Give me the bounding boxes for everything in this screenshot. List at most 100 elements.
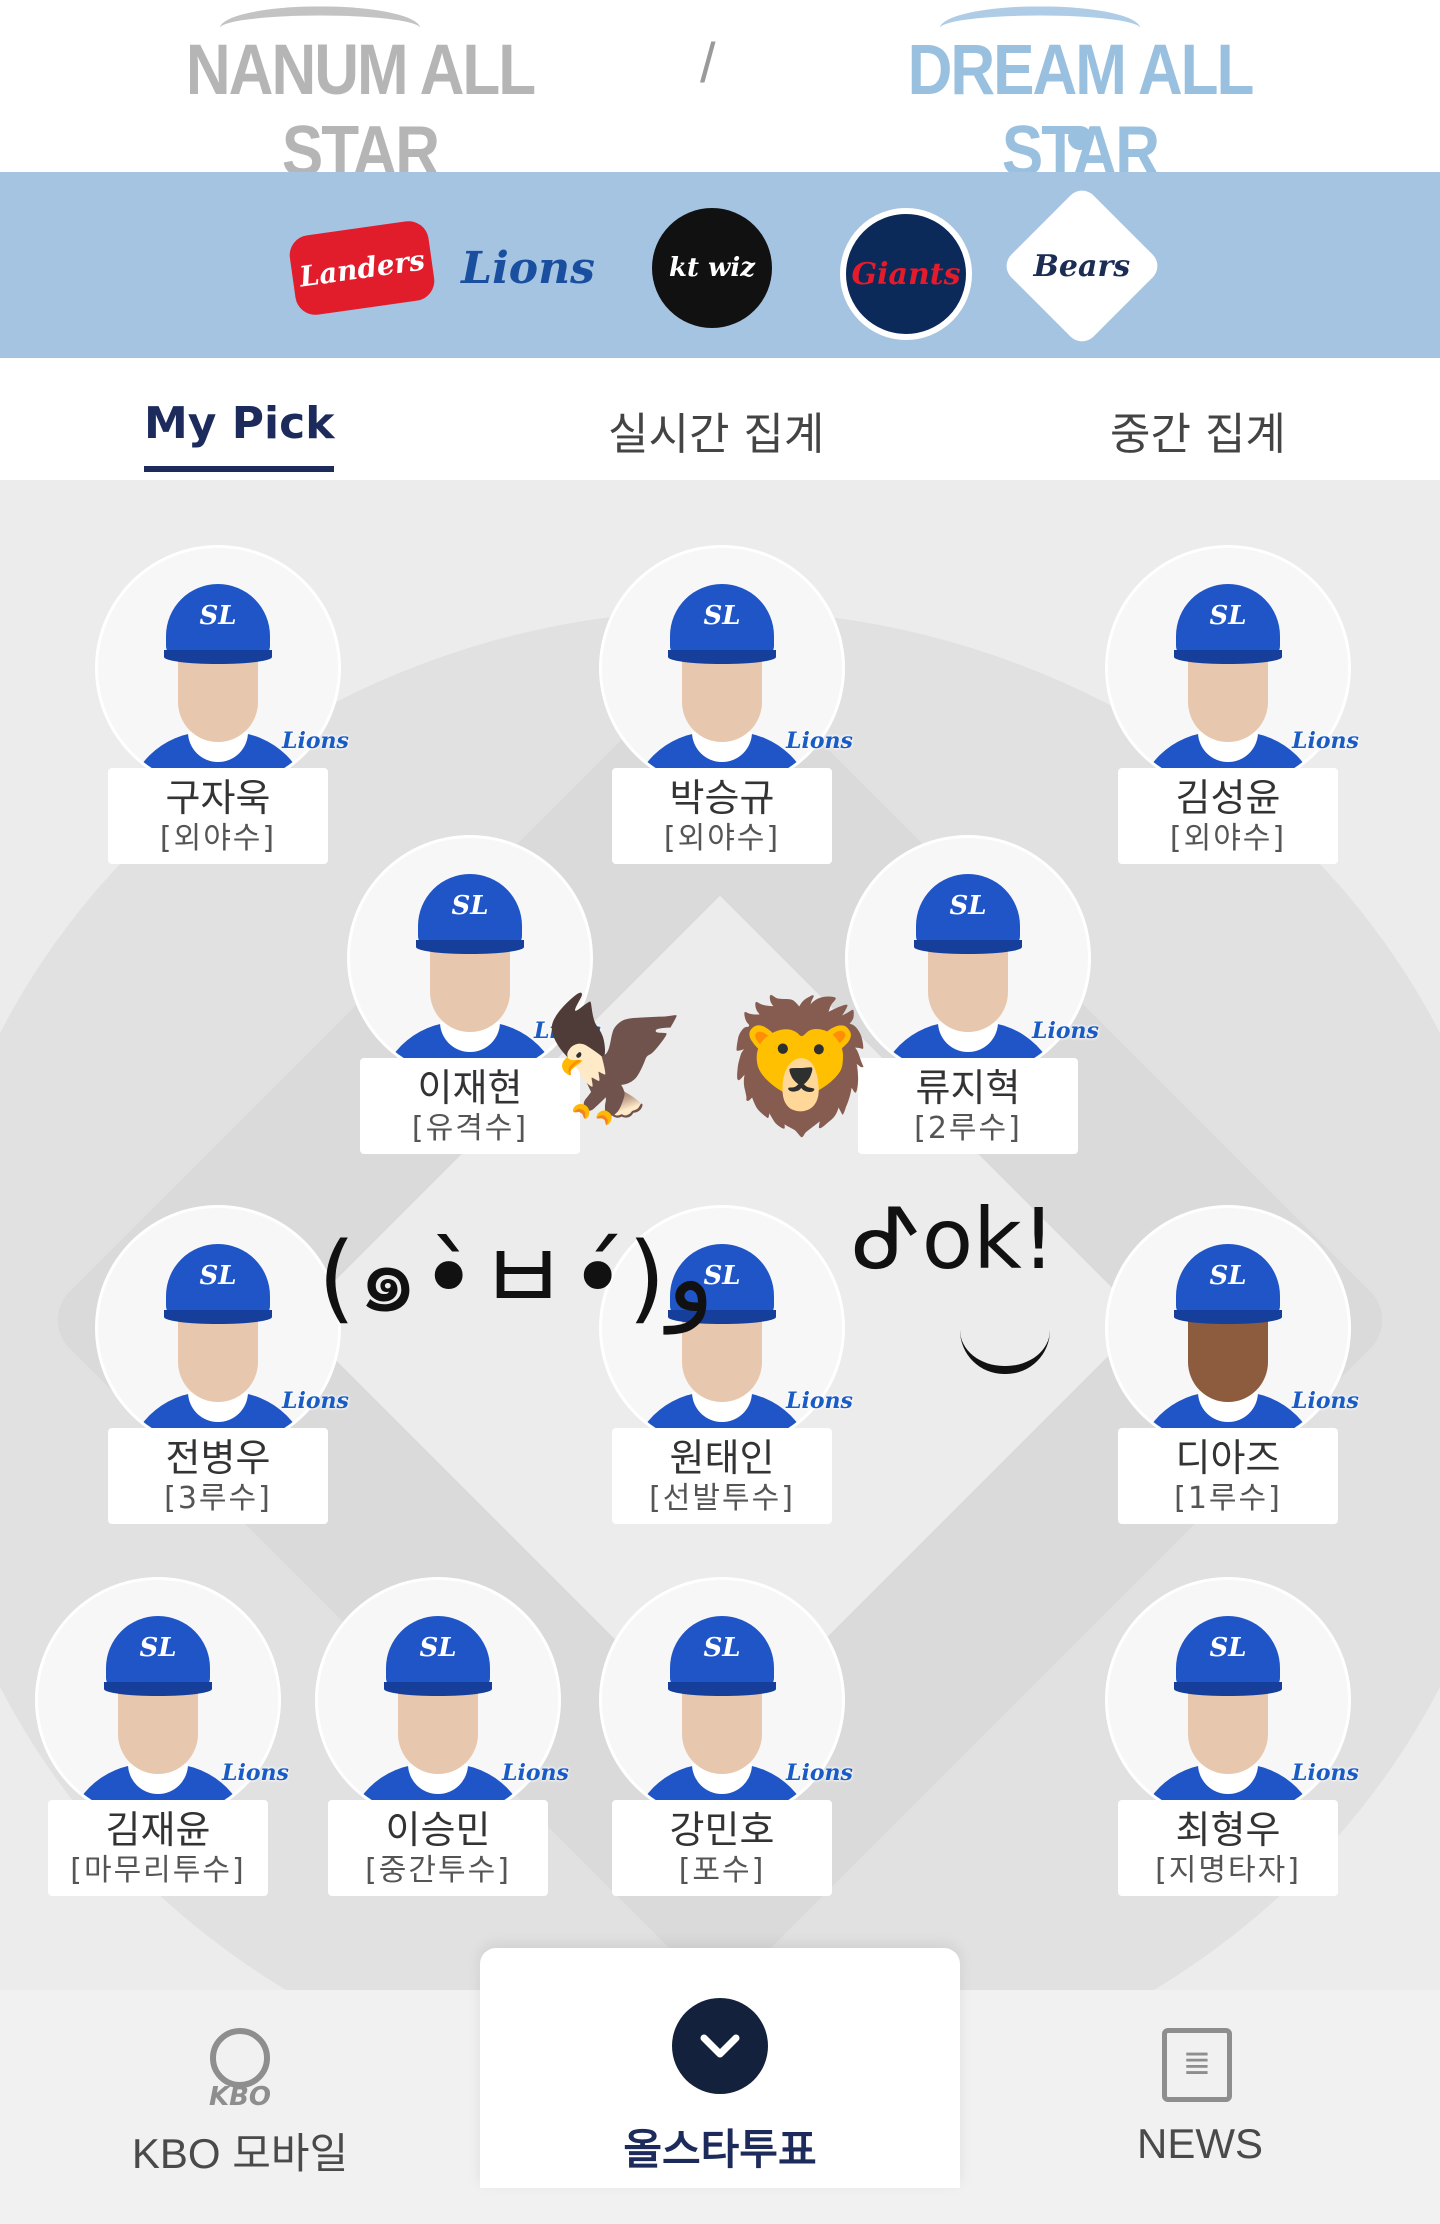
team-logo-lotte-giants[interactable]: Giants <box>840 208 972 340</box>
lions-badge-icon: Lions <box>222 1760 289 1786</box>
player-card[interactable]: SL Lions 강민호 [포수] <box>602 1580 853 1910</box>
tab-realtime-count[interactable]: 실시간 집계 <box>608 398 824 462</box>
team-logo-text: kt wiz <box>668 253 756 283</box>
player-face <box>178 1316 258 1402</box>
nanum-allstar-tab[interactable]: NANUM ALL STAR <box>160 6 560 192</box>
player-cap-brim <box>1174 1682 1282 1696</box>
lions-badge-icon: Lions <box>1032 1018 1099 1044</box>
nav-label: 올스타투표 <box>623 2125 817 2174</box>
player-position: [2루수] <box>914 1111 1022 1146</box>
team-logo-text: Lions <box>461 242 595 294</box>
lions-badge-icon: Lions <box>1292 1388 1359 1414</box>
team-logo-ssg-landers[interactable]: Landers <box>287 218 437 318</box>
player-card[interactable]: SL Lions 구자욱 [외야수] <box>98 548 349 878</box>
tab-label: My Pick <box>144 398 335 449</box>
player-nameplate: 전병우 [3루수] <box>108 1428 328 1524</box>
chevron-down-icon[interactable] <box>672 1998 768 2094</box>
player-cap-brim <box>668 1682 776 1696</box>
player-name: 디아즈 <box>1175 1436 1281 1480</box>
player-name: 원태인 <box>669 1436 775 1480</box>
team-logo-text: Giants <box>851 256 961 292</box>
player-face <box>928 946 1008 1032</box>
vote-tabs: My Pick 실시간 집계 중간 집계 <box>0 358 1440 482</box>
tab-my-pick[interactable]: My Pick <box>144 398 335 472</box>
player-face <box>682 1688 762 1774</box>
player-nameplate: 이승민 [중간투수] <box>328 1800 548 1896</box>
nav-allstar-vote[interactable]: 올스타투표 <box>480 1948 960 2188</box>
player-card[interactable]: SL Lions 디아즈 [1루수] <box>1108 1208 1359 1538</box>
player-position: [선발투수] <box>649 1481 795 1516</box>
brand-separator: / <box>700 31 716 94</box>
team-logo-kt-wiz[interactable]: kt wiz <box>652 208 772 328</box>
nav-label: NEWS <box>1137 2120 1263 2167</box>
nav-label: KBO 모바일 <box>131 2130 349 2177</box>
tab-label: 중간 집계 <box>1110 409 1286 460</box>
team-logo-samsung-lions[interactable]: Lions <box>461 208 595 328</box>
player-face <box>398 1688 478 1774</box>
player-position: [외야수] <box>1169 821 1287 856</box>
dream-allstar-tab[interactable]: DREAM ALL STAR <box>880 6 1280 192</box>
player-name: 강민호 <box>669 1808 775 1852</box>
nav-kbo-mobile[interactable]: KBO KBO 모바일 <box>60 1990 420 2224</box>
player-card[interactable]: SL Lions 박승규 [외야수] <box>602 548 853 878</box>
player-position: [1루수] <box>1174 1481 1282 1516</box>
kbo-logo-text: KBO <box>208 2082 272 2112</box>
player-cap-icon: SL <box>916 874 1020 946</box>
team-logo-text: Bears <box>1033 248 1131 284</box>
team-logo-doosan-bears[interactable]: Bears <box>999 183 1165 349</box>
lion-sticker-icon: 🦁 <box>720 990 882 1142</box>
dream-allstar-label: DREAM ALL STAR <box>907 30 1255 192</box>
player-cap-brim <box>164 650 272 664</box>
player-cap-brim <box>668 650 776 664</box>
lions-badge-icon: Lions <box>786 728 853 754</box>
nav-news[interactable]: ≣ NEWS <box>1020 1990 1380 2224</box>
ok-sticker: ᕷᴏk! <box>852 1190 1056 1288</box>
player-name: 최형우 <box>1175 1808 1281 1852</box>
newspaper-icon: ≣ <box>1162 2028 1232 2102</box>
player-position: [외야수] <box>159 821 277 856</box>
player-name: 류지혁 <box>915 1066 1021 1110</box>
lions-badge-icon: Lions <box>1292 1760 1359 1786</box>
lions-badge-icon: Lions <box>282 728 349 754</box>
player-cap-brim <box>914 940 1022 954</box>
player-nameplate: 구자욱 [외야수] <box>108 768 328 864</box>
player-face <box>178 656 258 742</box>
player-cap-icon: SL <box>1176 584 1280 656</box>
player-cap-brim <box>1174 650 1282 664</box>
player-position: [마무리투수] <box>70 1853 246 1888</box>
player-cap-icon: SL <box>166 1244 270 1316</box>
player-name: 김성윤 <box>1175 776 1281 820</box>
lions-badge-icon: Lions <box>282 1388 349 1414</box>
lions-badge-icon: Lions <box>502 1760 569 1786</box>
player-face <box>1188 1316 1268 1402</box>
player-position: [지명타자] <box>1155 1853 1301 1888</box>
player-cap-icon: SL <box>1176 1244 1280 1316</box>
player-card[interactable]: SL Lions 이승민 [중간투수] <box>318 1580 569 1910</box>
nanum-swoosh-icon <box>220 6 420 50</box>
bottom-navigation: KBO KBO 모바일 올스타투표 ≣ NEWS <box>0 1948 1440 2224</box>
dream-swoosh-icon <box>940 6 1140 50</box>
selected-indicator-dot <box>1068 126 1092 150</box>
player-card[interactable]: SL Lions 류지혁 [2루수] <box>848 838 1099 1168</box>
player-card[interactable]: SL Lions 전병우 [3루수] <box>98 1208 349 1538</box>
player-cap-icon: SL <box>418 874 522 946</box>
player-cap-icon: SL <box>386 1616 490 1688</box>
player-card[interactable]: SL Lions 김성윤 [외야수] <box>1108 548 1359 878</box>
player-face <box>430 946 510 1032</box>
player-card[interactable]: SL Lions 최형우 [지명타자] <box>1108 1580 1359 1910</box>
player-position: [포수] <box>678 1853 766 1888</box>
player-nameplate: 강민호 [포수] <box>612 1800 832 1896</box>
lions-badge-icon: Lions <box>786 1760 853 1786</box>
player-nameplate: 원태인 [선발투수] <box>612 1428 832 1524</box>
team-logo-bar: Landers Lions kt wiz Giants Bears <box>0 172 1440 358</box>
player-cap-brim <box>104 1682 212 1696</box>
player-card[interactable]: SL Lions 김재윤 [마무리투수] <box>38 1580 289 1910</box>
player-face <box>1188 656 1268 742</box>
allstar-header: NANUM ALL STAR / DREAM ALL STAR <box>0 0 1440 192</box>
player-cap-icon: SL <box>166 584 270 656</box>
player-cap-icon: SL <box>670 1616 774 1688</box>
player-position: [중간투수] <box>365 1853 511 1888</box>
player-nameplate: 김성윤 [외야수] <box>1118 768 1338 864</box>
tab-interim-count[interactable]: 중간 집계 <box>1110 398 1286 462</box>
player-name: 이승민 <box>385 1808 491 1852</box>
